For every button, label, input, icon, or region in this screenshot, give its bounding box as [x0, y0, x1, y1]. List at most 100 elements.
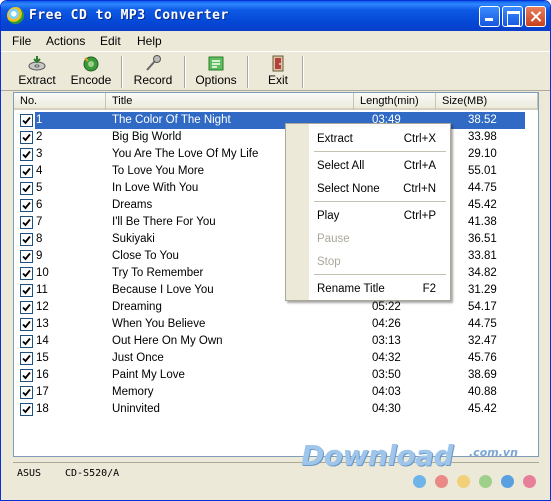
track-row[interactable]: 14 Out Here On My Own 03:13 32.47	[14, 333, 538, 350]
checkmark-icon	[22, 320, 31, 329]
track-title: Because I Love You	[112, 284, 214, 296]
checkmark-icon	[22, 337, 31, 346]
toolbar-divider	[121, 56, 123, 88]
track-row[interactable]: 1 The Color Of The Night 03:49 38.52	[14, 112, 538, 129]
track-checkbox[interactable]	[20, 131, 33, 144]
track-row[interactable]: 3 You Are The Love Of My Life 29.10	[14, 146, 538, 163]
track-size: 38.69	[468, 369, 497, 381]
checkmark-icon	[22, 235, 31, 244]
record-label: Record	[133, 73, 173, 87]
track-row[interactable]: 7 I'll Be There For You 41.38	[14, 214, 538, 231]
watermark-dot	[501, 475, 514, 488]
track-list-header: No. Title Length(min) Size(MB)	[14, 93, 538, 110]
track-checkbox[interactable]	[20, 284, 33, 297]
track-checkbox[interactable]	[20, 199, 33, 212]
track-checkbox[interactable]	[20, 165, 33, 178]
column-header-size[interactable]: Size(MB)	[436, 93, 538, 110]
encode-icon	[83, 56, 99, 72]
track-checkbox[interactable]	[20, 267, 33, 280]
menu-file[interactable]: File	[12, 34, 31, 48]
context-menu-select-none[interactable]: Select None Ctrl+N	[309, 178, 450, 201]
extract-icon	[28, 56, 46, 71]
track-row[interactable]: 18 Uninvited 04:30 45.42	[14, 401, 538, 418]
track-checkbox[interactable]	[20, 403, 33, 416]
column-header-title[interactable]: Title	[106, 93, 354, 110]
toolbar: Extract Encode Record Options Exit	[1, 51, 550, 91]
track-checkbox[interactable]	[20, 182, 33, 195]
minimize-button[interactable]	[479, 6, 500, 27]
track-row[interactable]: 4 To Love You More 55.01	[14, 163, 538, 180]
track-length: 05:22	[372, 301, 401, 313]
track-checkbox[interactable]	[20, 216, 33, 229]
column-header-no[interactable]: No.	[14, 93, 106, 110]
context-menu-stop[interactable]: Stop	[309, 251, 450, 274]
checkmark-icon	[22, 201, 31, 210]
checkmark-icon	[22, 116, 31, 125]
menu-actions[interactable]: Actions	[46, 34, 85, 48]
context-menu-play[interactable]: Play Ctrl+P	[309, 205, 450, 228]
track-length: 04:32	[372, 352, 401, 364]
exit-button[interactable]: Exit	[263, 54, 293, 90]
checkmark-icon	[22, 269, 31, 278]
track-checkbox[interactable]	[20, 335, 33, 348]
title-bar[interactable]: Free CD to MP3 Converter	[1, 1, 550, 31]
track-list[interactable]: No. Title Length(min) Size(MB) 1 The Colo…	[13, 92, 539, 457]
track-length: 03:13	[372, 335, 401, 347]
track-row[interactable]: 9 Close To You 33.81	[14, 248, 538, 265]
context-menu-extract[interactable]: Extract Ctrl+X	[309, 128, 450, 151]
track-size: 54.17	[468, 301, 497, 313]
track-length: 04:30	[372, 403, 401, 415]
track-length: 04:26	[372, 318, 401, 330]
extract-button[interactable]: Extract	[15, 54, 59, 90]
track-row[interactable]: 5 In Love With You 44.75	[14, 180, 538, 197]
track-checkbox[interactable]	[20, 148, 33, 161]
track-row[interactable]: 13 When You Believe 04:26 44.75	[14, 316, 538, 333]
track-checkbox[interactable]	[20, 318, 33, 331]
track-number: 7	[36, 216, 43, 228]
maximize-button[interactable]	[502, 6, 523, 27]
checkmark-icon	[22, 133, 31, 142]
track-checkbox[interactable]	[20, 386, 33, 399]
track-row[interactable]: 11 Because I Love You 31.29	[14, 282, 538, 299]
track-checkbox[interactable]	[20, 233, 33, 246]
track-size: 33.81	[468, 250, 497, 262]
track-title: Memory	[112, 386, 154, 398]
track-number: 17	[36, 386, 49, 398]
track-checkbox[interactable]	[20, 114, 33, 127]
track-row[interactable]: 17 Memory 04:03 40.88	[14, 384, 538, 401]
app-window: Free CD to MP3 Converter File Actions Ed…	[0, 0, 551, 501]
context-menu-select-all[interactable]: Select All Ctrl+A	[309, 155, 450, 178]
track-row[interactable]: 8 Sukiyaki 36.51	[14, 231, 538, 248]
watermark-suffix: .com.vn	[469, 446, 518, 459]
track-row[interactable]: 2 Big Big World 33.98	[14, 129, 538, 146]
track-size: 31.29	[468, 284, 497, 296]
track-size: 40.88	[468, 386, 497, 398]
context-menu-pause[interactable]: Pause	[309, 228, 450, 251]
record-button[interactable]: Record	[131, 54, 175, 90]
track-row[interactable]: 10 Try To Remember 34.82	[14, 265, 538, 282]
track-checkbox[interactable]	[20, 250, 33, 263]
track-title: Just Once	[112, 352, 164, 364]
close-button[interactable]	[525, 6, 546, 27]
column-header-length[interactable]: Length(min)	[354, 93, 436, 110]
track-size: 38.52	[468, 114, 497, 126]
encode-button[interactable]: Encode	[67, 54, 115, 90]
track-row[interactable]: 12 Dreaming 05:22 54.17	[14, 299, 538, 316]
track-row[interactable]: 16 Paint My Love 03:50 38.69	[14, 367, 538, 384]
context-menu-rename-title[interactable]: Rename Title F2	[309, 278, 450, 301]
track-title: When You Believe	[112, 318, 206, 330]
context-menu-separator	[314, 274, 446, 275]
track-number: 16	[36, 369, 49, 381]
track-row[interactable]: 6 Dreams 45.42	[14, 197, 538, 214]
watermark-brand: Download	[301, 439, 454, 472]
track-row[interactable]: 15 Just Once 04:32 45.76	[14, 350, 538, 367]
menu-help[interactable]: Help	[137, 34, 162, 48]
track-checkbox[interactable]	[20, 369, 33, 382]
options-button[interactable]: Options	[193, 54, 239, 90]
track-checkbox[interactable]	[20, 352, 33, 365]
menu-edit[interactable]: Edit	[100, 34, 121, 48]
context-menu-label: Extract	[317, 133, 353, 145]
track-checkbox[interactable]	[20, 301, 33, 314]
context-menu-label: Rename Title	[317, 283, 385, 295]
drive-name: ASUS	[17, 468, 42, 479]
